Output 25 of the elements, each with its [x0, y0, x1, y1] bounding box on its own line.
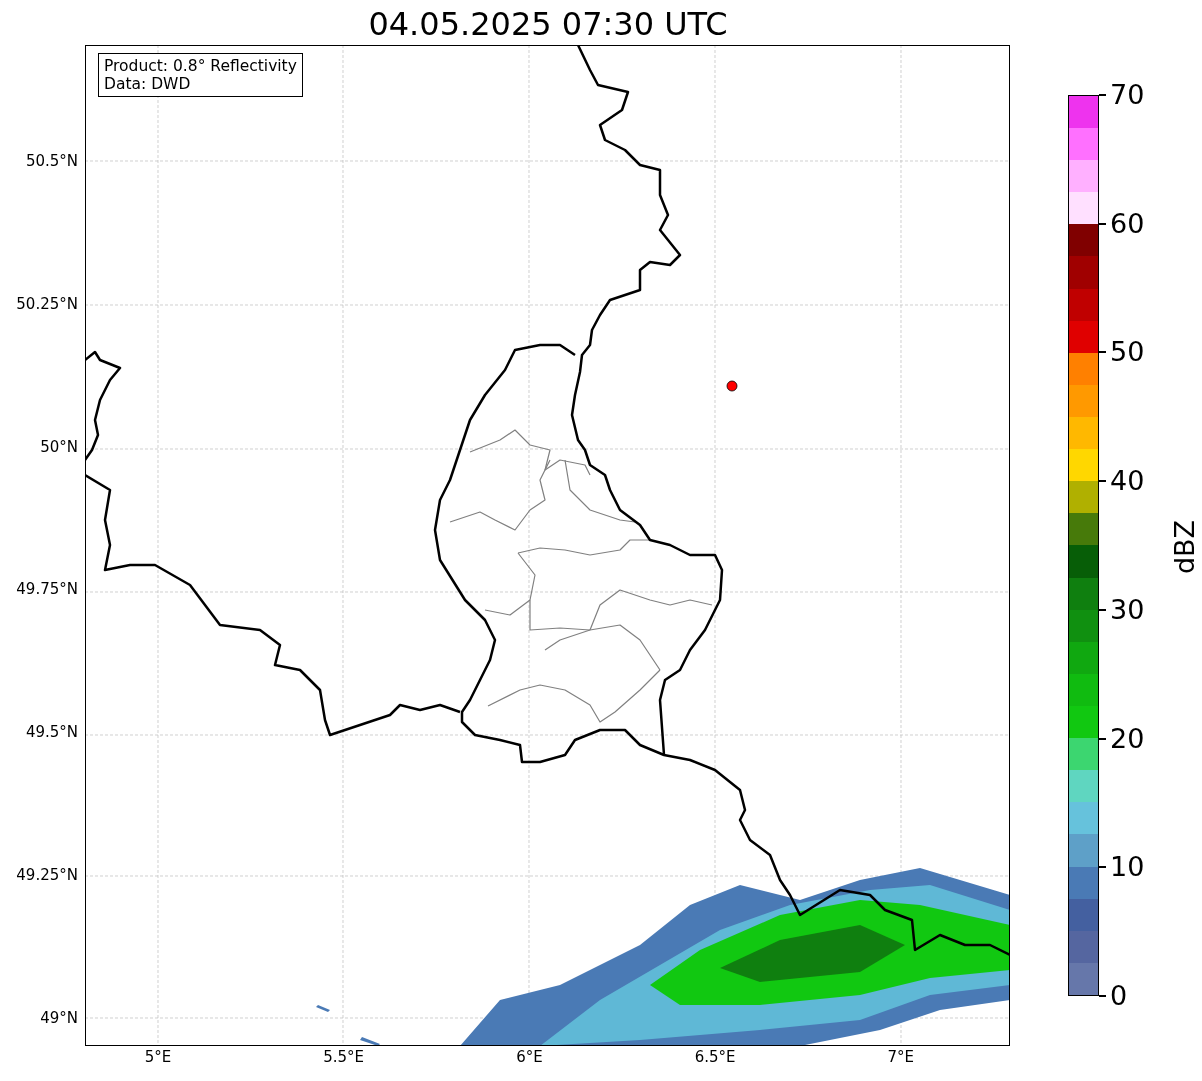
- tick-label: 10: [1110, 852, 1145, 883]
- longitude-label: 6°E: [516, 1048, 543, 1066]
- tick-label: 30: [1110, 594, 1145, 625]
- site-marker: [726, 380, 738, 392]
- tick-label: 40: [1110, 466, 1145, 497]
- longitude-label: 6.5°E: [694, 1048, 736, 1066]
- longitude-label: 5°E: [144, 1048, 172, 1066]
- tick-label: 20: [1110, 723, 1145, 754]
- latitude-label: 49.5°N: [25, 723, 78, 742]
- chart-title: 04.05.2025 07:30 UTC: [367, 4, 729, 44]
- latitude-label: 50°N: [40, 437, 78, 456]
- latitude-label: 49.25°N: [16, 866, 78, 884]
- longitude-label: 7°E: [887, 1048, 915, 1066]
- latitude-label: 50.25°N: [16, 294, 78, 313]
- tick-label: 60: [1110, 208, 1145, 239]
- latitude-label: 49°N: [40, 1008, 78, 1027]
- tick-label: 0: [1110, 981, 1128, 1011]
- info-text: Data: DWD: [104, 75, 192, 93]
- latitude-label: 49.75°N: [16, 580, 78, 599]
- tick-label: 70: [1110, 80, 1145, 110]
- tick-label: 50: [1110, 337, 1145, 368]
- info-text: Product: 0.8° Reflectivity: [104, 57, 297, 75]
- colorbar-label: dBZ: [1168, 519, 1202, 575]
- longitude-label: 5.5°E: [323, 1048, 365, 1066]
- latitude-label: 50.5°N: [25, 152, 78, 170]
